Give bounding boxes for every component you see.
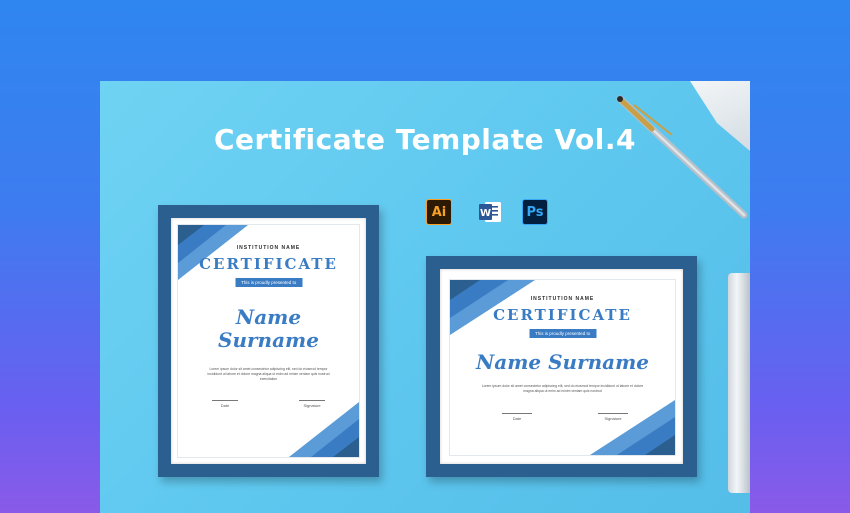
preview-stage: Certificate Template Vol.4 Ai W Ps INSTI… bbox=[100, 81, 750, 513]
illustrator-icon: Ai bbox=[426, 199, 452, 225]
landscape-certificate-mat: INSTITUTION NAME CERTIFICATE This is pro… bbox=[440, 269, 683, 464]
portrait-certificate-sheet: INSTITUTION NAME CERTIFICATE This is pro… bbox=[177, 224, 360, 458]
device-edge bbox=[728, 273, 750, 493]
photoshop-icon: Ps bbox=[522, 199, 548, 225]
landscape-certificate-frame: INSTITUTION NAME CERTIFICATE This is pro… bbox=[426, 256, 697, 477]
corner-decoration-bottom bbox=[590, 400, 675, 455]
signature-label: Signature bbox=[604, 416, 622, 421]
portrait-certificate-mat: INSTITUTION NAME CERTIFICATE This is pro… bbox=[171, 218, 366, 464]
date-line bbox=[502, 413, 532, 414]
institution-name: INSTITUTION NAME bbox=[236, 245, 301, 251]
institution-name: INSTITUTION NAME bbox=[530, 296, 595, 302]
page-title: Certificate Template Vol.4 bbox=[213, 123, 637, 156]
date-label: Date bbox=[220, 403, 230, 408]
recipient-surname: Surname bbox=[218, 328, 319, 352]
signature-line bbox=[598, 413, 628, 414]
presented-to-bar: This is proudly presented to bbox=[529, 329, 596, 338]
portrait-certificate-frame: INSTITUTION NAME CERTIFICATE This is pro… bbox=[158, 205, 379, 477]
certificate-title: CERTIFICATE bbox=[493, 306, 632, 324]
landscape-certificate-sheet: INSTITUTION NAME CERTIFICATE This is pro… bbox=[449, 279, 676, 456]
signature-label: Signature bbox=[303, 403, 321, 408]
certificate-title: CERTIFICATE bbox=[199, 255, 338, 273]
certificate-body-text: Lorem ipsum dolor sit amet consectetur a… bbox=[207, 367, 330, 381]
word-icon: W bbox=[479, 202, 501, 222]
recipient-first-name: Name bbox=[235, 305, 302, 329]
presented-to-bar: This is proudly presented to bbox=[235, 278, 302, 287]
recipient-name: Name Surname bbox=[476, 350, 649, 374]
date-label: Date bbox=[512, 416, 522, 421]
date-line bbox=[212, 400, 238, 401]
signature-line bbox=[299, 400, 325, 401]
pen-image bbox=[616, 95, 748, 219]
certificate-body-text: Lorem ipsum dolor sit amet consectetur a… bbox=[481, 384, 644, 393]
svg-text:W: W bbox=[480, 208, 491, 219]
